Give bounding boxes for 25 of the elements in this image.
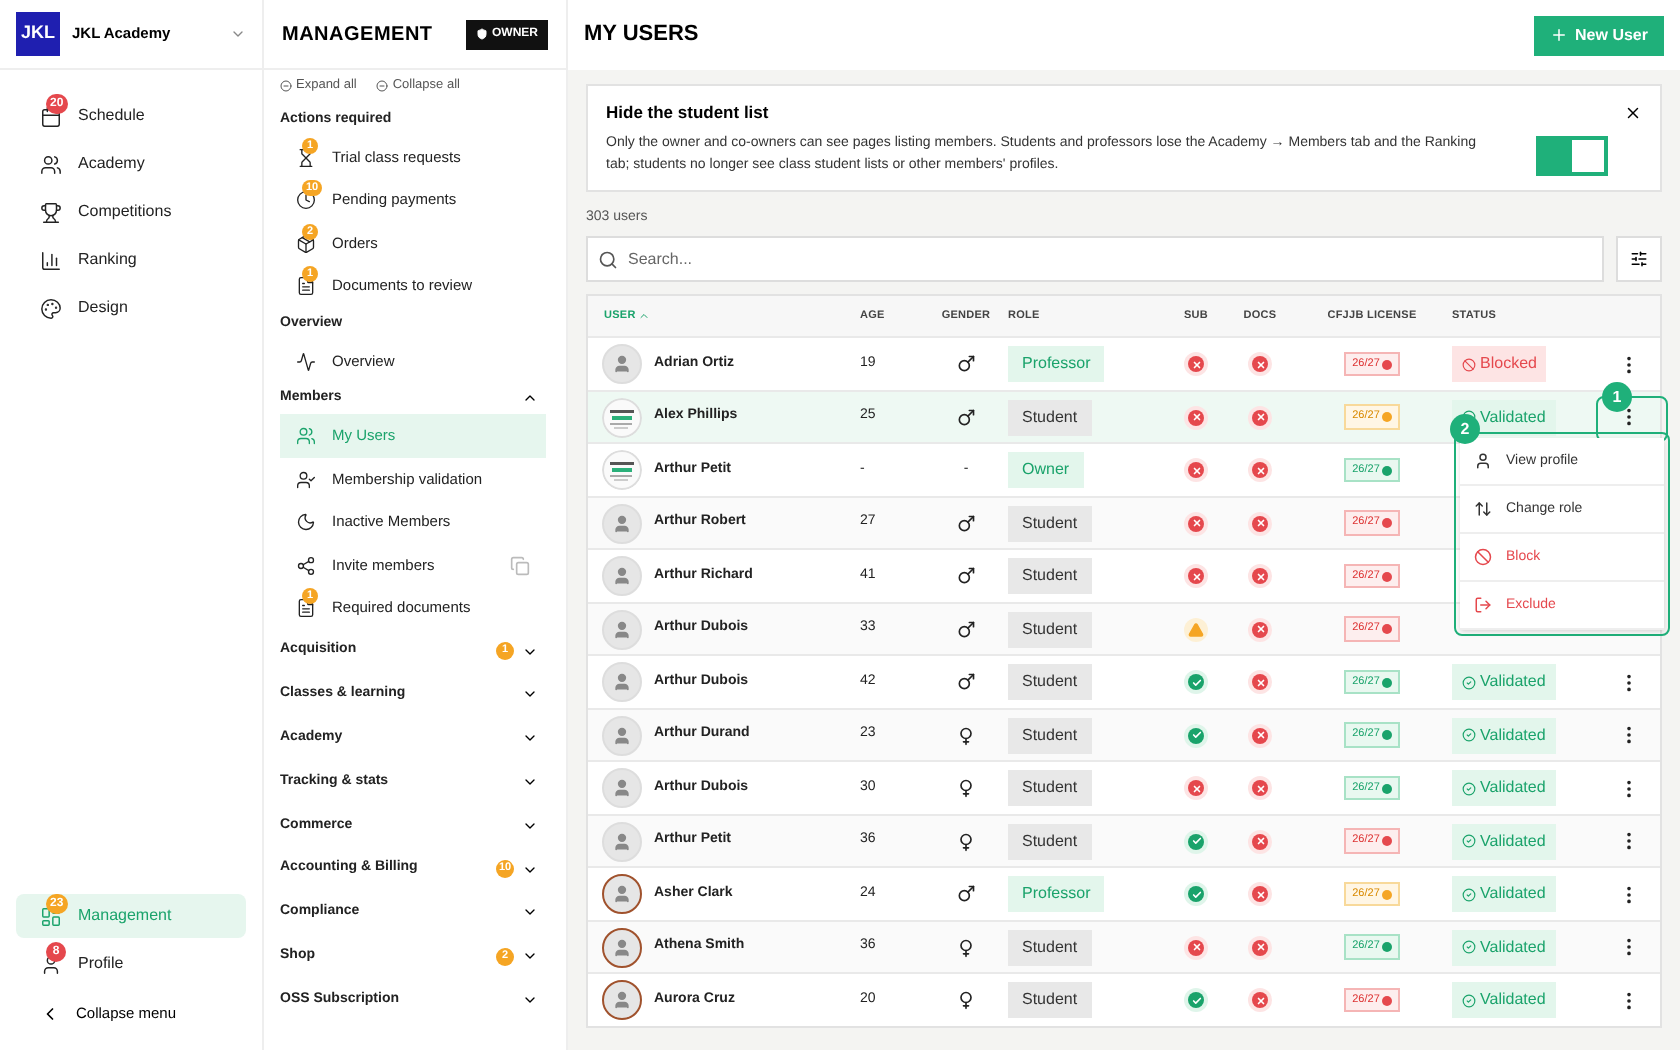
role-tag: Student bbox=[1008, 505, 1092, 541]
status-tag: Blocked bbox=[1452, 346, 1547, 382]
role-tag: Student bbox=[1008, 611, 1092, 647]
section-title: MANAGEMENT bbox=[282, 21, 433, 49]
role-tag: Student bbox=[1008, 770, 1092, 806]
role-tag: Professor bbox=[1008, 346, 1105, 382]
role-tag: Student bbox=[1008, 399, 1092, 435]
role-tag: Student bbox=[1008, 823, 1092, 859]
role-tag: Student bbox=[1008, 558, 1092, 594]
role-tag: Student bbox=[1008, 929, 1092, 965]
status-tag: Validated bbox=[1452, 982, 1556, 1018]
status-tag: Validated bbox=[1452, 929, 1556, 965]
academy-logo: JKL bbox=[16, 12, 60, 56]
role-tag: Student bbox=[1008, 717, 1092, 753]
status-tag: Validated bbox=[1452, 664, 1556, 700]
status-tag: Validated bbox=[1452, 823, 1556, 859]
page-title: MY USERS bbox=[584, 20, 699, 51]
banner-title: Hide the student list bbox=[606, 100, 771, 126]
role-tag: Professor bbox=[1008, 876, 1105, 912]
status-tag: Validated bbox=[1452, 770, 1556, 806]
status-tag: Validated bbox=[1452, 876, 1556, 912]
role-tag: Owner bbox=[1008, 452, 1084, 488]
role-tag: Student bbox=[1008, 982, 1092, 1018]
status-tag: Validated bbox=[1452, 717, 1556, 753]
role-tag: Student bbox=[1008, 664, 1092, 700]
